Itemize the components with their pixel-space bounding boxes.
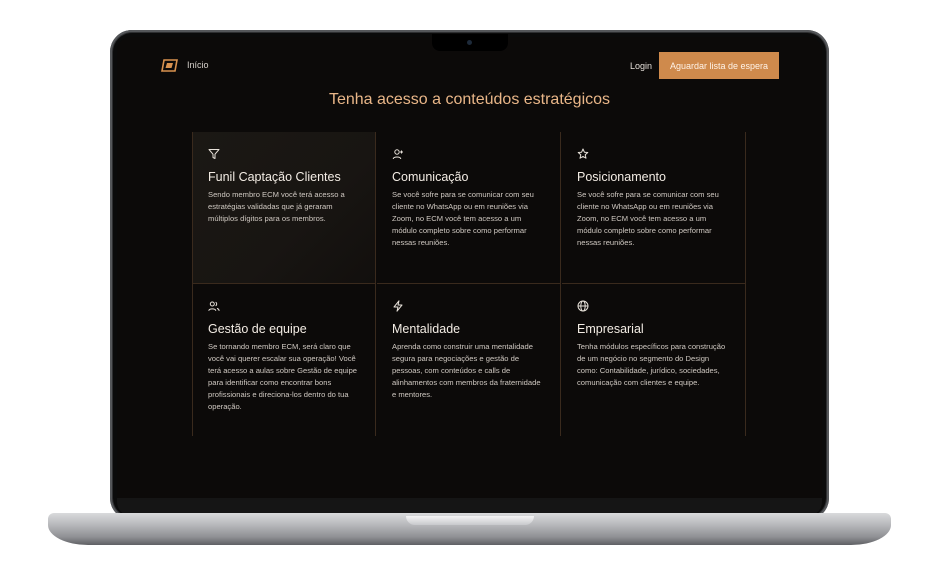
users-icon <box>208 301 220 311</box>
feature-card-text: Se você sofre para se comunicar com seu … <box>577 190 719 248</box>
brand-logo-icon[interactable] <box>161 59 178 72</box>
feature-card-team: Gestão de equipe Se tornando membro ECM,… <box>192 284 376 436</box>
filter-icon <box>208 149 220 159</box>
feature-card-positioning: Posicionamento Se você sofre para se com… <box>562 132 746 284</box>
feature-card-communication: Comunicação Se você sofre para se comuni… <box>377 132 561 284</box>
nav-home-link[interactable]: Início <box>187 59 209 71</box>
feature-card-text: Se tornando membro ECM, será claro que v… <box>208 342 358 412</box>
nav-login-link[interactable]: Login <box>630 60 652 72</box>
feature-card-title: Gestão de equipe <box>208 322 307 336</box>
waitlist-button[interactable]: Aguardar lista de espera <box>659 52 779 79</box>
feature-card-text: Se você sofre para se comunicar com seu … <box>392 190 534 248</box>
feature-card-funnel: Funil Captação Clientes Sendo membro ECM… <box>192 132 376 284</box>
lightning-icon <box>393 300 403 312</box>
features-grid: Funil Captação Clientes Sendo membro ECM… <box>192 132 746 436</box>
feature-card-text: Sendo membro ECM você terá acesso a estr… <box>208 190 345 224</box>
feature-card-text: Tenha módulos específicos para construçã… <box>577 342 726 388</box>
feature-card-text: Aprenda como construir uma mentalidade s… <box>392 342 541 400</box>
section-title: Tenha acesso a conteúdos estratégicos <box>328 91 611 108</box>
feature-card-title: Funil Captação Clientes <box>208 170 341 184</box>
feature-card-mindset: Mentalidade Aprenda como construir uma m… <box>377 284 561 436</box>
laptop-opening-lip <box>406 516 534 525</box>
feature-card-title: Mentalidade <box>392 322 461 336</box>
globe-icon <box>577 300 589 312</box>
camera-icon <box>467 40 472 45</box>
feature-card-title: Empresarial <box>577 322 644 336</box>
feature-card-title: Posicionamento <box>577 170 666 184</box>
feature-card-title: Comunicação <box>392 170 469 184</box>
star-icon <box>577 148 589 159</box>
laptop-screen: Início Login Aguardar lista de espera Te… <box>117 37 822 499</box>
user-add-icon <box>392 149 403 160</box>
feature-card-business: Empresarial Tenha módulos específicos pa… <box>562 284 746 436</box>
